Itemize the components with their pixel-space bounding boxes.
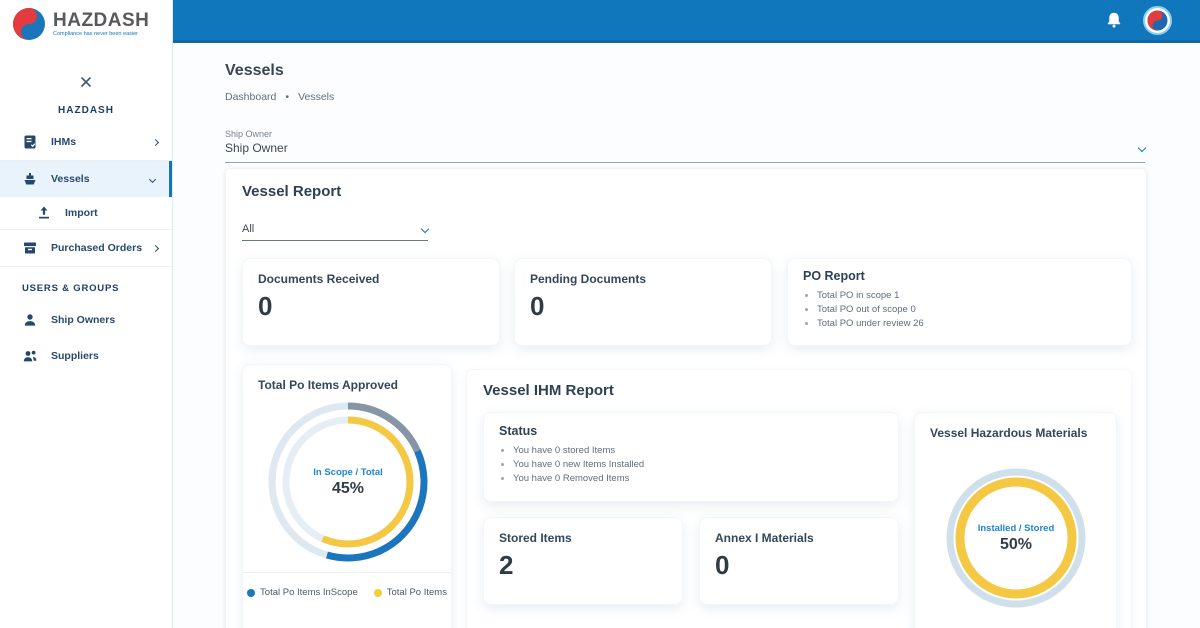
donut-center-text: In Scope / Total 45%	[263, 397, 433, 567]
sidebar-item-label: Vessels	[51, 173, 90, 185]
hazardous-materials-title: Vessel Hazardous Materials	[930, 426, 1088, 440]
stat-label: Annex I Materials	[715, 531, 814, 545]
legend-dot-yellow	[373, 588, 382, 597]
brand-name: HAZDASH	[53, 10, 150, 31]
topbar	[173, 0, 1200, 43]
sidebar-item-suppliers[interactable]: Suppliers	[0, 338, 172, 374]
hazdash-logo-icon	[13, 8, 45, 40]
stat-label: Documents Received	[258, 272, 380, 286]
breadcrumb: Dashboard • Vessels	[225, 91, 334, 103]
chevron-down-icon	[420, 224, 430, 234]
vessel-filter-value: All	[242, 223, 255, 235]
sidebar-collapse-button[interactable]	[0, 74, 172, 92]
brand-tagline: Compliance has never been easier	[53, 31, 138, 37]
stat-value: 0	[715, 550, 730, 580]
sidebar-item-label: Ship Owners	[51, 314, 116, 326]
chevron-right-icon	[151, 138, 160, 146]
sidebar-item-ship-owners[interactable]: Ship Owners	[0, 302, 172, 338]
po-items-approved-card: Total Po Items Approved In Scope / Total…	[242, 364, 452, 628]
documents-received-card: Documents Received 0	[242, 258, 500, 346]
hazmat-donut-chart: Installed / Stored 50%	[941, 463, 1091, 613]
donut-center-label: In Scope / Total	[313, 466, 383, 478]
chevron-down-icon	[1137, 143, 1147, 153]
ship-icon	[24, 173, 36, 185]
pending-documents-card: Pending Documents 0	[514, 258, 772, 346]
list-item: You have 0 new Items Installed	[513, 459, 883, 470]
stat-value: 0	[530, 291, 545, 321]
brand-logo: HAZDASH Compliance has never been easier	[0, 0, 172, 41]
annex-materials-card: Annex I Materials 0	[699, 517, 899, 605]
status-title: Status	[499, 424, 538, 438]
list-item: You have 0 stored Items	[513, 445, 883, 456]
list-item: Total PO out of scope 0	[817, 304, 1116, 315]
sidebar-item-vessels[interactable]: Vessels	[0, 161, 172, 197]
po-report-card: PO Report Total PO in scope 1 Total PO o…	[787, 258, 1132, 346]
sidebar: HAZDASH Compliance has never been easier…	[0, 0, 173, 628]
sidebar-item-label: Purchased Orders	[51, 242, 143, 254]
list-item: You have 0 Removed Items	[513, 473, 883, 484]
person-icon	[24, 314, 36, 326]
divider	[243, 572, 451, 573]
sidebar-nav: IHMs Vessels Import Purchased Orders USE…	[0, 124, 172, 374]
stat-label: Pending Documents	[530, 272, 647, 286]
list-item: Total PO in scope 1	[817, 290, 1116, 301]
main-content: Vessels Dashboard • Vessels Ship Owner S…	[173, 46, 1200, 628]
stat-value: 0	[258, 291, 273, 321]
po-items-approved-title: Total Po Items Approved	[258, 378, 399, 392]
vessel-ihm-report-title: Vessel IHM Report	[483, 382, 614, 399]
ihm-list-icon	[24, 135, 36, 149]
people-icon	[23, 350, 37, 362]
donut-center-value: 45%	[331, 479, 365, 497]
list-item: Total PO under review 26	[817, 318, 1116, 329]
donut-center-label: Installed / Stored	[977, 522, 1055, 534]
vessel-ihm-report-section: Vessel IHM Report Status You have 0 stor…	[466, 369, 1132, 628]
legend-item-total: Total Po Items	[373, 587, 447, 598]
sidebar-brand-label: HAZDASH	[58, 105, 114, 116]
chevron-right-icon	[151, 244, 160, 252]
sidebar-item-label: Import	[65, 207, 98, 219]
sidebar-section-users-groups: USERS & GROUPS	[22, 283, 120, 294]
sidebar-item-import[interactable]: Import	[0, 197, 172, 229]
close-icon	[81, 77, 91, 87]
avatar-logo-icon	[1147, 10, 1168, 30]
po-items-donut-chart: In Scope / Total 45%	[263, 397, 433, 567]
legend-label: Total Po Items	[386, 587, 447, 598]
ship-owner-field-label: Ship Owner	[225, 129, 273, 139]
sidebar-item-purchased-orders[interactable]: Purchased Orders	[0, 230, 172, 266]
breadcrumb-current: Vessels	[298, 91, 335, 103]
sidebar-item-ihms[interactable]: IHMs	[0, 124, 172, 160]
po-report-title: PO Report	[803, 269, 865, 283]
po-report-list: Total PO in scope 1 Total PO out of scop…	[817, 290, 1116, 329]
vessel-filter-select[interactable]: All	[242, 223, 430, 241]
legend-label: Total Po Items InScope	[260, 587, 358, 598]
user-avatar[interactable]	[1143, 5, 1172, 35]
vessel-report-panel: Vessel Report All Documents Received 0 P…	[225, 168, 1147, 628]
upload-icon	[39, 206, 49, 219]
chevron-down-icon	[148, 175, 157, 183]
legend-item-inscope: Total Po Items InScope	[247, 587, 358, 598]
sidebar-item-label: IHMs	[51, 136, 77, 148]
legend-dot-blue	[247, 588, 256, 597]
chart-legend: Total Po Items InScope Total Po Items	[243, 587, 451, 598]
donut-center-value: 50%	[999, 535, 1033, 553]
stat-label: Stored Items	[499, 531, 572, 545]
bell-icon[interactable]	[1105, 11, 1123, 29]
stored-items-card: Stored Items 2	[483, 517, 683, 605]
vessel-report-title: Vessel Report	[242, 183, 342, 200]
breadcrumb-separator: •	[285, 91, 290, 103]
ship-owner-select-value: Ship Owner	[225, 141, 288, 155]
stat-value: 2	[499, 550, 514, 580]
page-title: Vessels	[225, 62, 284, 79]
status-list: You have 0 stored Items You have 0 new I…	[513, 445, 883, 484]
donut-center-text: Installed / Stored 50%	[941, 463, 1091, 613]
orders-box-icon	[24, 242, 36, 254]
ship-owner-select[interactable]: Ship Owner	[225, 141, 1147, 163]
breadcrumb-dashboard[interactable]: Dashboard	[225, 91, 276, 103]
status-card: Status You have 0 stored Items You have …	[483, 412, 899, 502]
hazardous-materials-card: Vessel Hazardous Materials Installed / S…	[914, 412, 1117, 628]
sidebar-item-label: Suppliers	[51, 350, 99, 362]
